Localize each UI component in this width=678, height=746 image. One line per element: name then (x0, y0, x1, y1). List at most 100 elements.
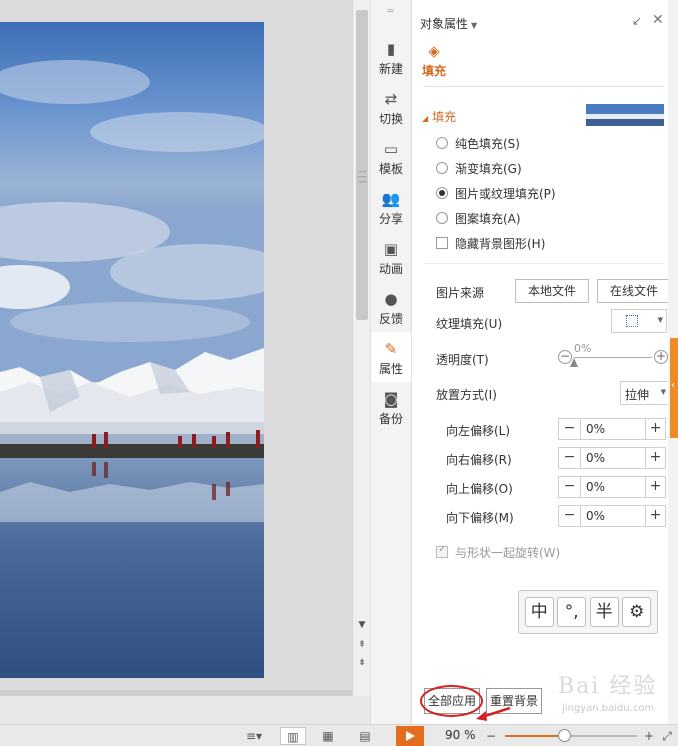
paint-bucket-icon: ◈ (428, 42, 440, 60)
decrement-button[interactable]: − (559, 448, 581, 468)
offset-right-value[interactable]: 0% (581, 448, 647, 468)
transparency-slider-track[interactable] (574, 357, 652, 358)
ime-settings-gear-icon[interactable]: ⚙ (622, 597, 652, 627)
texture-fill-dropdown[interactable]: ▼ (611, 309, 667, 333)
reset-background-button[interactable]: 重置背景 (486, 688, 542, 714)
prev-page-icon[interactable]: ⇞ (353, 640, 371, 650)
offset-up-stepper[interactable]: − 0% + (558, 476, 666, 498)
apply-all-button[interactable]: 全部应用 (424, 688, 480, 714)
close-icon[interactable]: ✕ (652, 12, 664, 28)
placement-dropdown[interactable]: 拉伸 ▼ (620, 381, 670, 405)
increment-button[interactable]: + (645, 477, 665, 497)
local-file-button[interactable]: 本地文件 (515, 279, 589, 303)
radio-button[interactable] (436, 162, 448, 174)
sidebar-item-label: 切换 (378, 112, 403, 126)
panel-title: 对象属性 (420, 17, 469, 31)
sidebar-item-feedback[interactable]: ● 反馈 (371, 282, 411, 332)
object-properties-panel: 对象属性 ▼ ↙ ✕ ◈ 填充 ◢ 填充 纯色填充(S) 渐变填充(G) 图片或纹理… (411, 0, 671, 724)
checkbox-hide-background-graphics[interactable]: 隐藏背景图形(H) (436, 233, 545, 253)
decrement-button[interactable]: − (559, 506, 581, 526)
offset-left-value[interactable]: 0% (581, 419, 647, 439)
sidebar-grip-icon: ═ (387, 6, 394, 17)
ime-punctuation-key[interactable]: °, (557, 597, 587, 627)
offset-right-row: 向右偏移(R) − 0% + (446, 447, 666, 469)
radio-button-selected[interactable] (436, 187, 448, 199)
fill-section-header[interactable]: ◢ 填充 (422, 108, 456, 125)
decrement-button[interactable]: − (559, 419, 581, 439)
offset-right-stepper[interactable]: − 0% + (558, 447, 666, 469)
zoom-level[interactable]: 90 % (445, 728, 476, 742)
fit-window-icon[interactable]: ⤢ (660, 727, 674, 745)
slideshow-play-button[interactable] (396, 726, 424, 746)
horizontal-scrollbar[interactable] (0, 690, 352, 696)
baidu-jingyan-watermark: Bai 经验 (558, 674, 658, 699)
scroll-down-arrow-icon[interactable]: ▼ (353, 620, 371, 630)
offset-up-value[interactable]: 0% (581, 477, 647, 497)
sidebar-item-switch[interactable]: ⇄ 切换 (371, 82, 411, 132)
checkbox-label: 与形状一起旋转(W) (455, 545, 561, 560)
next-page-icon[interactable]: ⇟ (353, 658, 371, 668)
offset-down-label: 向下偏移(M) (446, 511, 514, 525)
collapse-panel-tab[interactable] (670, 338, 678, 438)
vertical-scrollbar[interactable]: — — — ▼ ⇞ ⇟ (352, 0, 370, 696)
checkbox-rotate-with-shape[interactable]: 与形状一起旋转(W) (436, 542, 560, 562)
increment-button[interactable]: + (645, 506, 665, 526)
ime-chinese-mode-key[interactable]: 中 (524, 597, 554, 627)
panel-title-dropdown[interactable]: 对象属性 ▼ (420, 15, 477, 32)
sidebar-item-label: 新建 (378, 62, 403, 76)
ime-toolbar: 中 °, 半 ⚙ (518, 590, 658, 634)
online-file-button[interactable]: 在线文件 (597, 279, 671, 303)
zoom-in-button[interactable]: + (642, 727, 656, 745)
transparency-value: 0% (574, 342, 592, 355)
offset-up-label: 向上偏移(O) (446, 482, 513, 496)
checkbox[interactable] (436, 237, 448, 249)
radio-pattern-fill[interactable]: 图案填充(A) (436, 208, 521, 228)
offset-down-stepper[interactable]: − 0% + (558, 505, 666, 527)
offset-left-label: 向左偏移(L) (446, 424, 511, 438)
radio-button[interactable] (436, 212, 448, 224)
sidebar-item-backup[interactable]: ◙ 备份 (371, 382, 411, 432)
zoom-out-button[interactable]: − (484, 727, 498, 745)
offset-up-row: 向上偏移(O) − 0% + (446, 476, 666, 498)
sidebar-item-share[interactable]: 👥 分享 (371, 182, 411, 232)
texture-fill-label: 纹理填充(U) (436, 317, 503, 331)
tab-divider (424, 86, 664, 87)
sidebar-item-new[interactable]: ▮ 新建 (371, 32, 411, 82)
chevron-down-icon: ▼ (657, 316, 663, 324)
radio-button[interactable] (436, 137, 448, 149)
new-doc-icon: ▮ (386, 40, 396, 58)
offset-down-value[interactable]: 0% (581, 506, 647, 526)
slide-background-image[interactable] (0, 22, 264, 678)
tab-fill[interactable]: ◈ 填充 (420, 42, 448, 79)
sidebar-item-label: 分享 (378, 212, 403, 226)
radio-gradient-fill[interactable]: 渐变填充(G) (436, 158, 522, 178)
zoom-slider-handle[interactable] (558, 729, 572, 742)
fill-preview-thumbnail (586, 104, 664, 126)
slide-sorter-view-icon[interactable]: ▦ (316, 727, 340, 745)
checkbox-label: 隐藏背景图形(H) (455, 236, 546, 251)
texture-pattern-icon (626, 315, 638, 327)
transparency-increase-button[interactable]: + (654, 350, 668, 364)
increment-button[interactable]: + (645, 419, 665, 439)
radio-solid-fill[interactable]: 纯色填充(S) (436, 133, 520, 153)
sidebar-item-template[interactable]: ▭ 模板 (371, 132, 411, 182)
decrement-button[interactable]: − (559, 477, 581, 497)
pin-icon[interactable]: ↙ (632, 14, 642, 28)
sidebar-item-properties[interactable]: ✎ 属性 (371, 332, 411, 382)
reading-view-icon[interactable]: ▤ (352, 727, 378, 745)
offset-left-stepper[interactable]: − 0% + (558, 418, 666, 440)
scrollbar-thumb[interactable] (356, 10, 368, 320)
sidebar-item-label: 动画 (378, 262, 403, 276)
radio-picture-texture-fill[interactable]: 图片或纹理填充(P) (436, 183, 556, 203)
checkbox-checked-disabled[interactable] (436, 544, 448, 558)
sidebar-item-animation[interactable]: ▣ 动画 (371, 232, 411, 282)
ime-half-width-key[interactable]: 半 (589, 597, 619, 627)
slide-canvas[interactable] (0, 0, 352, 696)
sidebar-item-label: 属性 (378, 362, 403, 376)
notes-toggle-icon[interactable]: ≡▾ (240, 727, 268, 745)
normal-view-icon[interactable]: ▥ (280, 727, 306, 745)
radio-label: 纯色填充(S) (455, 136, 520, 151)
transparency-slider-handle[interactable] (570, 358, 578, 367)
increment-button[interactable]: + (645, 448, 665, 468)
task-pane-sidebar: ═ ▮ 新建 ⇄ 切换 ▭ 模板 👥 分享 ▣ 动画 ● 反馈 ✎ 属性 ◙ 备… (370, 0, 411, 724)
